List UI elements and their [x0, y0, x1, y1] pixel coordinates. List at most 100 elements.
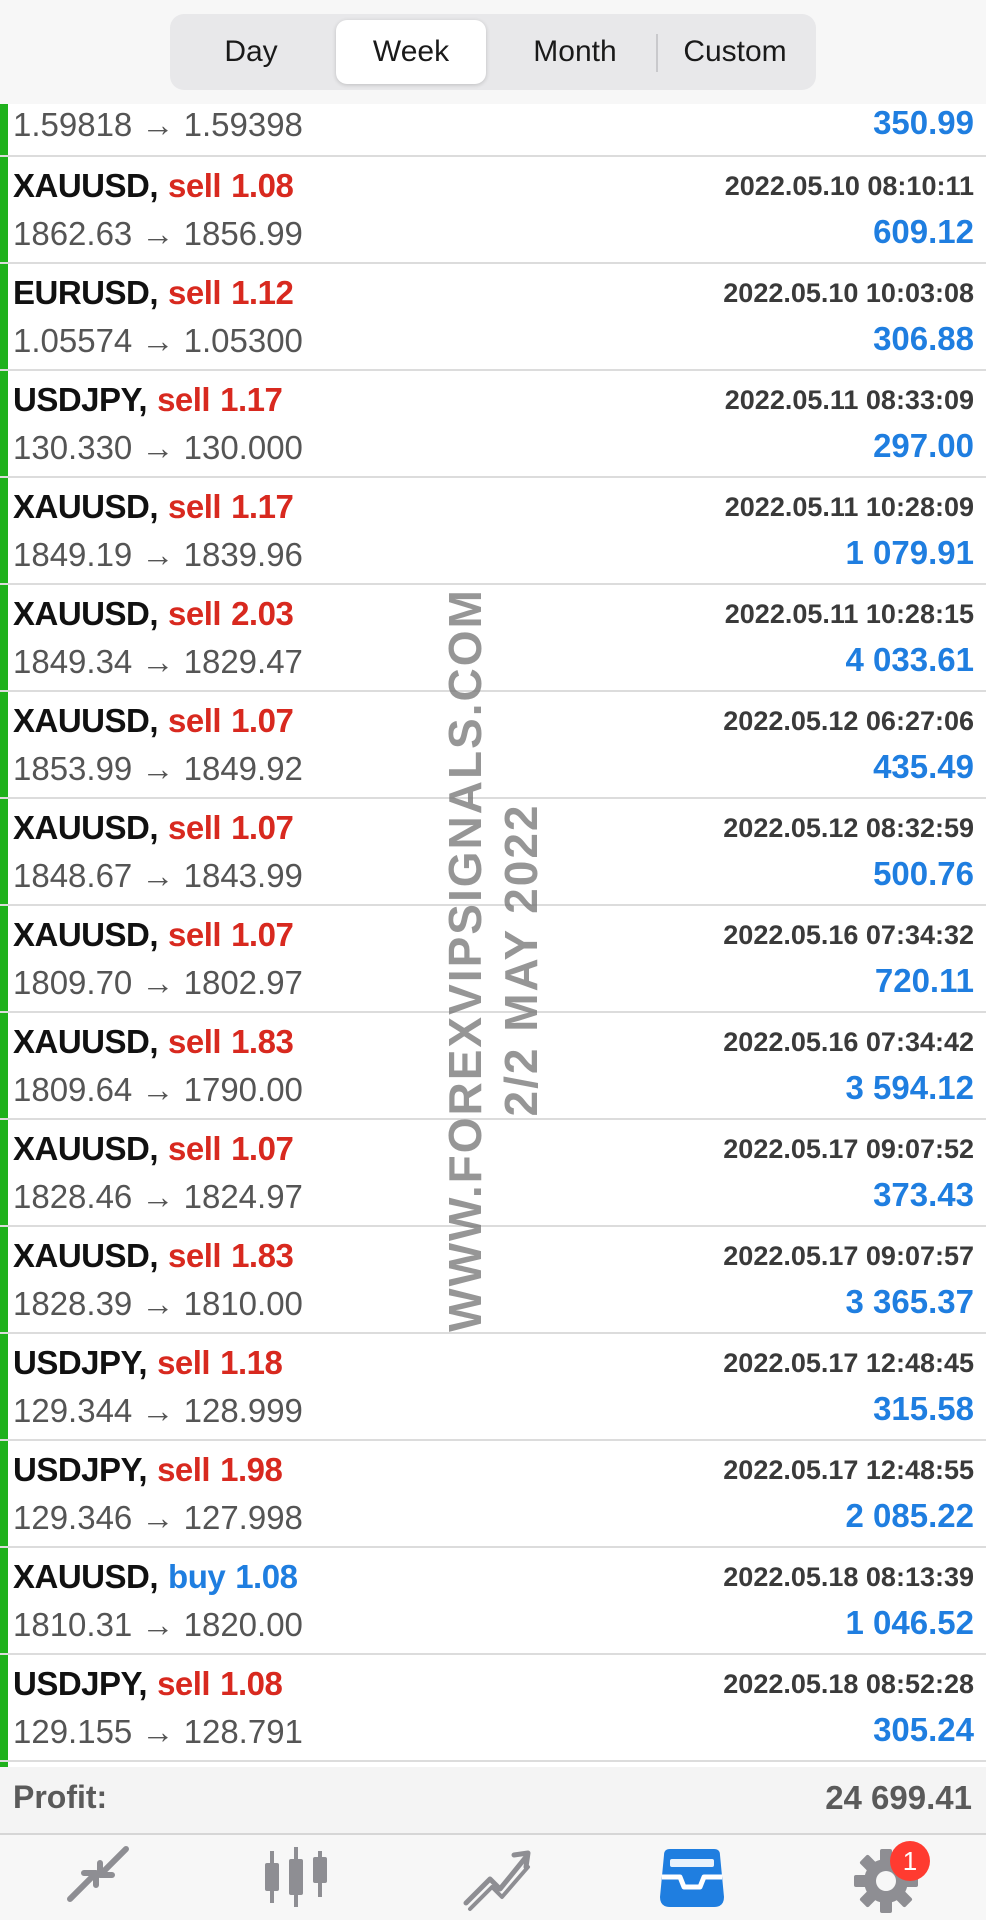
trade-row[interactable]: XAUUSD, sell 2.03 2022.05.11 10:28:15 1849.3… — [0, 585, 986, 692]
profit-summary: Profit: 24 699.41 — [0, 1767, 986, 1835]
trade-profit: 609.12 — [873, 213, 974, 250]
trade-prices: 129.155 → 128.791 — [13, 1713, 303, 1750]
trade-profit: 305.24 — [873, 1711, 974, 1748]
trade-profit: 1 079.91 — [845, 534, 974, 571]
trade-prices: 1.05574 → 1.05300 — [13, 322, 303, 359]
tab-history[interactable] — [652, 1841, 732, 1913]
trade-profit: 315.58 — [873, 1390, 974, 1427]
tab-month[interactable]: Month — [496, 20, 654, 84]
trade-volume: 1.83 — [231, 1023, 294, 1060]
trade-symbol: USDJPY, — [13, 1344, 148, 1381]
trade-symbol: XAUUSD, — [13, 1237, 159, 1274]
trade-title: USDJPY, sell 1.18 — [13, 1344, 283, 1382]
trade-list[interactable]: 1.59818 → 1.59398 350.99 XAUUSD, sell 1.08… — [0, 104, 986, 1762]
profit-label: Profit: — [13, 1779, 108, 1815]
trade-side: sell — [168, 702, 222, 739]
trade-symbol: XAUUSD, — [13, 488, 159, 525]
trade-row[interactable]: XAUUSD, sell 1.83 2022.05.17 09:07:57 1828.3… — [0, 1227, 986, 1334]
trade-side: sell — [168, 1237, 222, 1274]
period-selector: Day Week Month Custom — [170, 14, 816, 90]
trade-time: 2022.05.17 12:48:55 — [723, 1455, 974, 1485]
trade-side: sell — [157, 1665, 211, 1702]
segment-divider — [656, 34, 658, 72]
trade-title: EURUSD, sell 1.12 — [13, 274, 294, 312]
trade-row[interactable]: XAUUSD, sell 1.07 2022.05.16 07:34:32 1809.7… — [0, 906, 986, 1013]
trade-row[interactable]: USDJPY, sell 1.17 2022.05.11 08:33:09 130.33… — [0, 371, 986, 478]
trade-row[interactable]: USDJPY, sell 1.18 2022.05.17 12:48:45 129.34… — [0, 1334, 986, 1441]
trade-title: XAUUSD, sell 1.83 — [13, 1237, 294, 1275]
tab-trade[interactable] — [456, 1841, 536, 1913]
trade-title: XAUUSD, buy 1.08 — [13, 1558, 298, 1596]
trade-time: 2022.05.10 08:10:11 — [724, 171, 974, 201]
trade-symbol: USDJPY, — [13, 1451, 148, 1488]
trade-prices: 1809.70 → 1802.97 — [13, 964, 303, 1001]
trade-time: 2022.05.12 06:27:06 — [723, 706, 974, 736]
tab-quotes[interactable] — [56, 1841, 136, 1913]
trade-volume: 1.07 — [231, 809, 294, 846]
bottom-tab-bar: 1 — [0, 1835, 986, 1920]
trade-profit: 3 594.12 — [845, 1069, 974, 1106]
trade-title: USDJPY, sell 1.17 — [13, 381, 283, 419]
history-screen: Day Week Month Custom 1.59818 → 1.59398 … — [0, 0, 986, 1920]
trade-symbol: XAUUSD, — [13, 1130, 159, 1167]
trade-time: 2022.05.16 07:34:42 — [723, 1027, 974, 1057]
notification-badge: 1 — [890, 1841, 930, 1881]
trade-time: 2022.05.11 08:33:09 — [724, 385, 974, 415]
trade-row[interactable]: XAUUSD, sell 1.83 2022.05.16 07:34:42 1809.6… — [0, 1013, 986, 1120]
trade-profit: 1 046.52 — [845, 1604, 974, 1641]
trade-symbol: XAUUSD, — [13, 702, 159, 739]
tab-chart[interactable] — [256, 1841, 336, 1913]
trade-side: sell — [157, 1344, 211, 1381]
trade-title: XAUUSD, sell 1.17 — [13, 488, 294, 526]
trade-time: 2022.05.11 10:28:15 — [724, 599, 974, 629]
tab-settings[interactable]: 1 — [850, 1841, 930, 1913]
trade-volume: 1.17 — [220, 381, 283, 418]
trade-symbol: XAUUSD, — [13, 167, 159, 204]
trade-row[interactable]: XAUUSD, sell 1.07 2022.05.17 09:07:52 1828.4… — [0, 1120, 986, 1227]
trade-symbol: XAUUSD, — [13, 809, 159, 846]
trade-row[interactable]: XAUUSD, sell 1.07 2022.05.12 06:27:06 1853.9… — [0, 692, 986, 799]
trade-profit: 720.11 — [874, 962, 974, 999]
trade-volume: 1.17 — [231, 488, 294, 525]
trade-row[interactable]: XAUUSD, sell 1.17 2022.05.11 10:28:09 1849.1… — [0, 478, 986, 585]
trade-title: XAUUSD, sell 1.83 — [13, 1023, 294, 1061]
trade-prices: 129.346 → 127.998 — [13, 1499, 303, 1536]
history-icon — [660, 1849, 724, 1907]
tab-week[interactable]: Week — [336, 20, 486, 84]
trade-side: sell — [157, 381, 211, 418]
trade-side: sell — [157, 1451, 211, 1488]
trade-row[interactable]: USDJPY, sell 1.98 2022.05.17 12:48:55 129.34… — [0, 1441, 986, 1548]
trade-title: XAUUSD, sell 1.07 — [13, 1130, 294, 1168]
trade-row-partial[interactable]: 1.59818 → 1.59398 350.99 — [0, 104, 986, 157]
trade-prices: 1849.19 → 1839.96 — [13, 536, 303, 573]
trade-side: buy — [168, 1558, 226, 1595]
chart-icon — [265, 1847, 327, 1907]
trade-volume: 1.08 — [231, 167, 294, 204]
trade-time: 2022.05.11 10:28:09 — [724, 492, 974, 522]
trade-icon — [463, 1850, 531, 1911]
trade-volume: 1.12 — [231, 274, 294, 311]
trade-title: XAUUSD, sell 1.07 — [13, 916, 294, 954]
trade-volume: 1.83 — [231, 1237, 294, 1274]
trade-symbol: XAUUSD, — [13, 916, 159, 953]
trade-row[interactable]: XAUUSD, sell 1.08 2022.05.10 08:10:11 1862.6… — [0, 157, 986, 264]
trade-symbol: XAUUSD, — [13, 595, 159, 632]
trade-prices: 1810.31 → 1820.00 — [13, 1606, 303, 1643]
trade-title: XAUUSD, sell 1.07 — [13, 809, 294, 847]
trade-row[interactable]: XAUUSD, buy 1.08 2022.05.18 08:13:39 1810.31… — [0, 1548, 986, 1655]
tab-custom[interactable]: Custom — [660, 20, 810, 84]
trade-profit: 350.99 — [873, 104, 974, 141]
trade-row[interactable]: XAUUSD, sell 1.07 2022.05.12 08:32:59 1848.6… — [0, 799, 986, 906]
trade-volume: 2.03 — [231, 595, 294, 632]
profit-total: 24 699.41 — [825, 1779, 972, 1816]
trade-profit: 373.43 — [873, 1176, 974, 1213]
trade-profit: 435.49 — [873, 748, 974, 785]
trade-volume: 1.08 — [220, 1665, 283, 1702]
trade-row[interactable]: USDJPY, sell 1.08 2022.05.18 08:52:28 129.15… — [0, 1655, 986, 1762]
trade-side: sell — [168, 167, 222, 204]
trade-prices: 1853.99 → 1849.92 — [13, 750, 303, 787]
tab-day[interactable]: Day — [176, 20, 326, 84]
trade-symbol: USDJPY, — [13, 1665, 148, 1702]
trade-row[interactable]: EURUSD, sell 1.12 2022.05.10 10:03:08 1.0557… — [0, 264, 986, 371]
trade-prices: 1828.46 → 1824.97 — [13, 1178, 303, 1215]
